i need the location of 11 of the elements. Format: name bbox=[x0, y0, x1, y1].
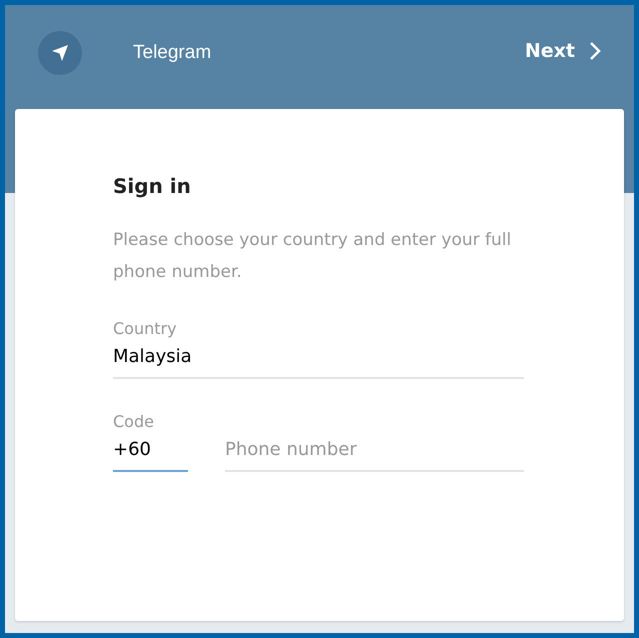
instruction-text: Please choose your country and enter your full phone number. bbox=[113, 229, 512, 284]
next-button[interactable]: Next bbox=[524, 40, 601, 62]
code-field[interactable]: +60 bbox=[113, 431, 188, 472]
logo-icon bbox=[38, 31, 82, 75]
app-title: Telegram bbox=[133, 42, 212, 64]
field-label: Country bbox=[113, 319, 177, 338]
field-label: Code bbox=[113, 412, 154, 431]
country-field[interactable]: Malaysia bbox=[113, 338, 524, 379]
chevron-right-icon bbox=[589, 41, 601, 61]
sign-in-heading: Sign in bbox=[113, 174, 191, 198]
phone-field[interactable]: Phone number bbox=[225, 431, 524, 472]
